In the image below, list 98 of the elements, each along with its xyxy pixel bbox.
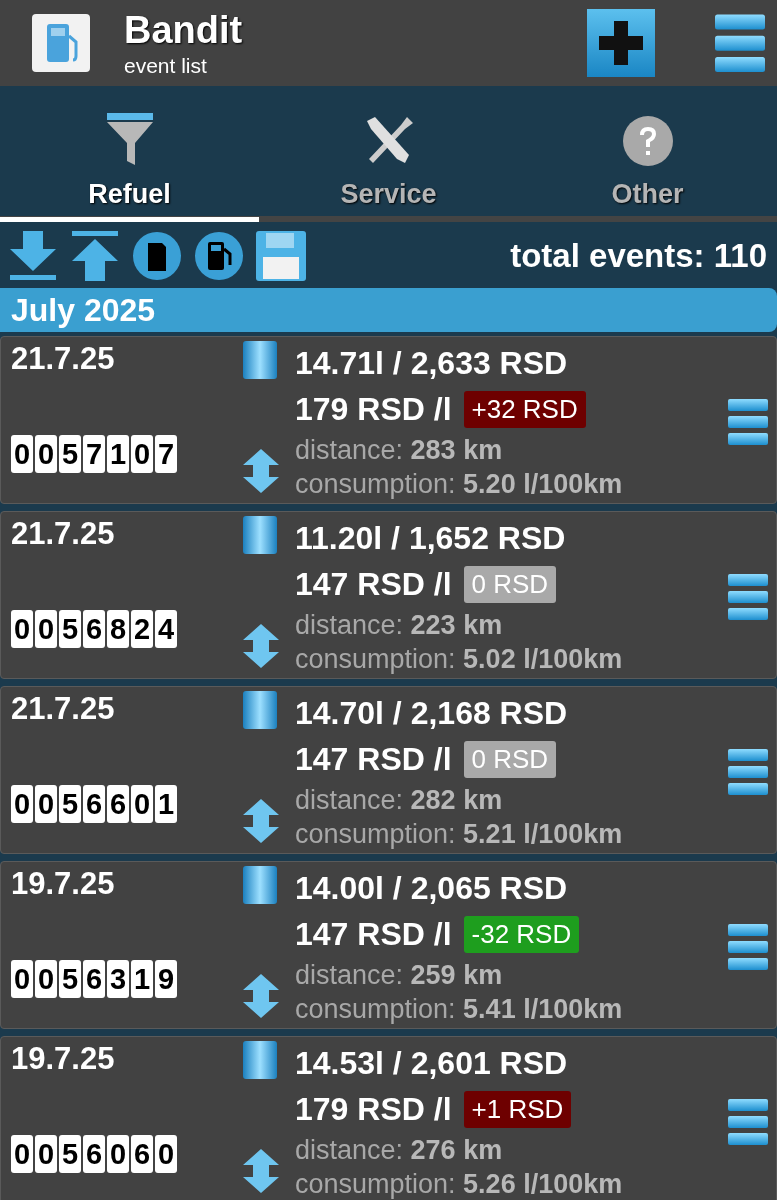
odometer-digit: 0 [11,610,33,648]
tab[interactable]: Other [518,92,777,222]
distance-text: distance: 223 km [295,609,504,642]
up-down-arrow-icon [243,974,279,1018]
menu-icon[interactable] [728,397,768,447]
consumption-text: consumption: 5.26 l/100km [295,1168,624,1200]
fuel-pump-icon [32,14,90,72]
odometer-digit: 6 [83,1135,105,1173]
menu-icon[interactable] [728,572,768,622]
tank-icon [243,341,277,379]
up-down-arrow-icon [243,1149,279,1193]
fuel-amount: 14.53l / 2,601 RSD [295,1044,569,1083]
menu-icon[interactable] [728,922,768,972]
odometer-digit: 0 [35,435,57,473]
distance-text: distance: 282 km [295,784,504,817]
odometer-digit: 6 [83,960,105,998]
odometer-digit: 1 [107,435,129,473]
up-down-arrow-icon [243,799,279,843]
menu-icon[interactable] [728,1097,768,1147]
odometer-digit: 0 [35,1135,57,1173]
odometer-digit: 1 [155,785,177,823]
distance-text: distance: 276 km [295,1134,504,1167]
app-subtitle: event list [124,53,208,78]
odometer-digit: 4 [155,610,177,648]
event-date: 21.7.25 [11,341,116,377]
tab[interactable]: Refuel [0,92,259,222]
consumption-text: consumption: 5.02 l/100km [295,643,624,676]
price-difference: 0 RSD [463,565,557,603]
price-difference: -32 RSD [463,915,580,953]
event-date: 21.7.25 [11,516,116,552]
odometer-digit: 0 [131,785,153,823]
event-date: 21.7.25 [11,691,116,727]
odometer-digit: 0 [35,960,57,998]
fuel-amount: 14.00l / 2,065 RSD [295,869,569,908]
total-events: total events: 110 [510,237,767,275]
odometer-digit: 0 [11,785,33,823]
price-difference: 0 RSD [463,740,557,778]
price-difference: +1 RSD [463,1090,572,1128]
odometer-digit: 0 [131,435,153,473]
price-per-liter: 147 RSD /l [295,915,452,954]
odometer-digit: 9 [155,960,177,998]
consumption-text: consumption: 5.21 l/100km [295,818,624,851]
price-per-liter: 179 RSD /l [295,390,452,429]
app-title: Bandit [124,8,244,52]
odometer-digit: 1 [131,960,153,998]
odometer-digit: 5 [59,960,81,998]
odometer-digit: 8 [107,610,129,648]
odometer-digit: 5 [59,610,81,648]
price-per-liter: 147 RSD /l [295,565,452,604]
menu-icon[interactable] [728,747,768,797]
tab[interactable]: Service [259,92,518,222]
tank-icon [243,1041,277,1079]
up-down-arrow-icon [243,624,279,668]
odometer-digit: 6 [131,1135,153,1173]
fuel-amount: 14.71l / 2,633 RSD [295,344,569,383]
odometer-digit: 7 [155,435,177,473]
odometer-digit: 5 [59,785,81,823]
odometer-digit: 0 [155,1135,177,1173]
odometer-digit: 2 [131,610,153,648]
tank-icon [243,516,277,554]
tab-label: Service [340,179,437,210]
month-header: July 2025 [0,288,777,332]
fuel-pump-icon[interactable] [194,231,244,281]
tank-icon [243,691,277,729]
odometer-digit: 0 [11,960,33,998]
odometer-digit: 7 [83,435,105,473]
question-icon [621,115,674,167]
odometer-digit: 0 [11,435,33,473]
upload-icon[interactable] [70,231,120,281]
consumption-text: consumption: 5.20 l/100km [295,468,624,501]
odometer-digit: 6 [107,785,129,823]
up-down-arrow-icon [243,449,279,493]
price-per-liter: 147 RSD /l [295,740,452,779]
add-button[interactable] [587,9,655,77]
odometer-digit: 5 [59,1135,81,1173]
consumption-text: consumption: 5.41 l/100km [295,993,624,1026]
odometer-digit: 0 [35,610,57,648]
odometer-digit: 6 [83,610,105,648]
funnel-icon [104,113,155,167]
odometer-digit: 5 [59,435,81,473]
odometer-digit: 0 [107,1135,129,1173]
fuel-amount: 11.20l / 1,652 RSD [295,519,567,558]
odometer-digit: 6 [83,785,105,823]
tank-icon [243,866,277,904]
distance-text: distance: 283 km [295,434,504,467]
odometer-digit: 0 [11,1135,33,1173]
canister-icon[interactable] [132,231,182,281]
event-date: 19.7.25 [11,1041,116,1077]
tab-label: Refuel [88,179,171,210]
price-per-liter: 179 RSD /l [295,1090,452,1129]
price-difference: +32 RSD [463,390,586,428]
tab-label: Other [611,179,684,210]
odometer-digit: 0 [35,785,57,823]
download-icon[interactable] [8,231,58,281]
event-date: 19.7.25 [11,866,116,902]
fuel-amount: 14.70l / 2,168 RSD [295,694,569,733]
odometer-digit: 3 [107,960,129,998]
distance-text: distance: 259 km [295,959,504,992]
